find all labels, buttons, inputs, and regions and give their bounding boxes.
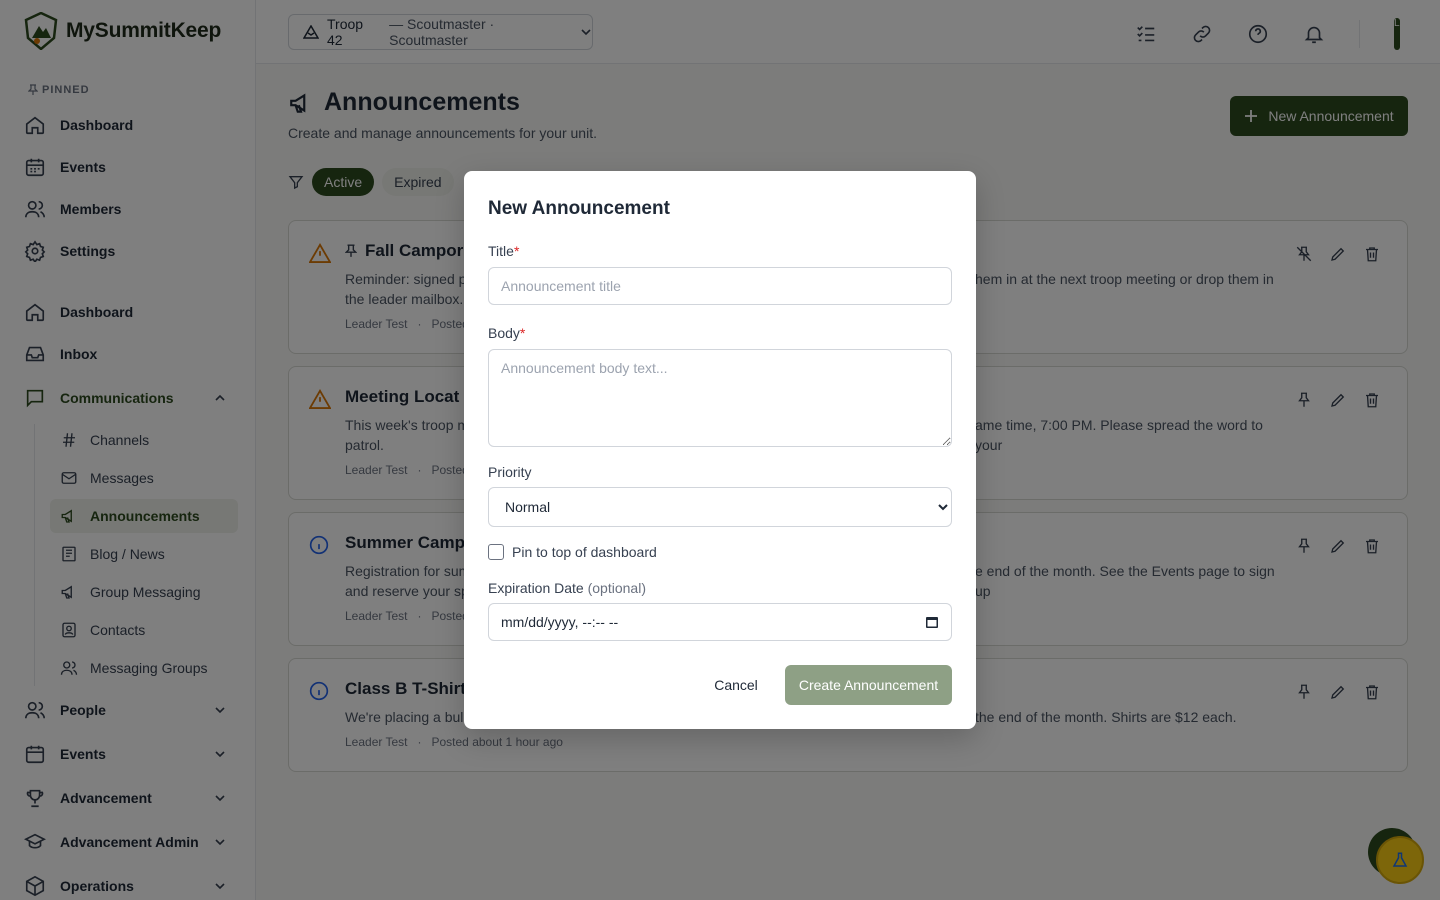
calendar-icon[interactable]: [925, 615, 939, 629]
expiration-label: Expiration Date (optional): [488, 580, 646, 596]
dialog-title: New Announcement: [488, 198, 670, 219]
pin-checkbox[interactable]: [488, 544, 504, 560]
title-input[interactable]: [488, 267, 952, 305]
create-announcement-button[interactable]: Create Announcement: [785, 665, 952, 705]
body-textarea[interactable]: [488, 349, 952, 447]
priority-select[interactable]: Normal: [488, 487, 952, 527]
expiration-date-input[interactable]: mm/dd/yyyy, --:-- --: [488, 603, 952, 641]
body-label: Body*: [488, 325, 526, 341]
pin-checkbox-label: Pin to top of dashboard: [512, 544, 657, 560]
date-placeholder: mm/dd/yyyy, --:-- --: [501, 614, 619, 630]
pin-checkbox-row[interactable]: Pin to top of dashboard: [488, 544, 657, 560]
priority-label: Priority: [488, 464, 532, 480]
cancel-button[interactable]: Cancel: [700, 665, 772, 705]
new-announcement-dialog: New Announcement Title* Body* Priority N…: [464, 171, 976, 729]
title-label: Title*: [488, 243, 520, 259]
